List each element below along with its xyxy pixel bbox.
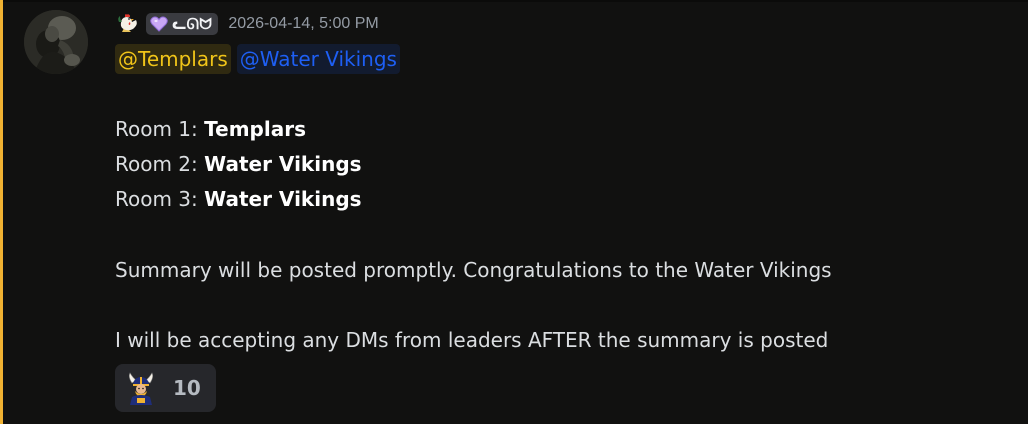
room-1-result: Room 1: Templars	[115, 115, 306, 143]
room-2-result: Room 2: Water Vikings	[115, 150, 362, 178]
reaction-count: 10	[173, 376, 201, 400]
mention-row: @Templars @Water Vikings	[115, 43, 406, 75]
room-3-winner: Water Vikings	[204, 187, 362, 211]
message-timestamp[interactable]: 2026-04-14, 5:00 PM	[228, 15, 378, 33]
summary-text: Summary will be posted promptly. Congrat…	[115, 258, 832, 282]
purple-heart-icon	[150, 16, 168, 32]
room-2-label: Room 2:	[115, 152, 198, 176]
room-1-label: Room 1:	[115, 117, 198, 141]
room-3-result: Room 3: Water Vikings	[115, 185, 362, 213]
room-1-winner: Templars	[204, 117, 306, 141]
room-2-winner: Water Vikings	[204, 152, 362, 176]
viking-emoji-icon	[129, 372, 153, 405]
message-header: ᓚᘏᗢ 2026-04-14, 5:00 PM	[116, 11, 379, 37]
guild-tag-badge[interactable]: ᓚᘏᗢ	[146, 13, 219, 35]
dm-policy-text: I will be accepting any DMs from leaders…	[115, 328, 829, 352]
avatar[interactable]	[24, 10, 88, 74]
rooster-icon	[118, 14, 137, 32]
chat-message: ᓚᘏᗢ 2026-04-14, 5:00 PM @Templars @Water…	[0, 0, 1028, 424]
mention-templars[interactable]: @Templars	[115, 44, 231, 74]
guild-tag-text: ᓚᘏᗢ	[172, 15, 213, 33]
mention-water-vikings[interactable]: @Water Vikings	[236, 44, 400, 74]
room-3-label: Room 3:	[115, 187, 198, 211]
reaction-button[interactable]: 10	[115, 364, 216, 412]
